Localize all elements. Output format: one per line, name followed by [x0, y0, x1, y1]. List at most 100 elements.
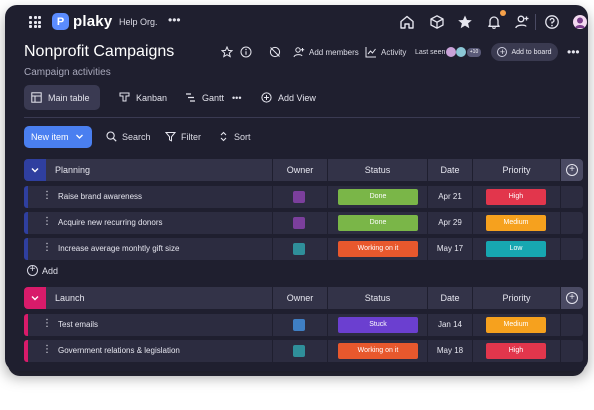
table-row[interactable]: ⋮ Acquire new recurring donors Done Apr …	[24, 212, 583, 234]
date-cell[interactable]: Jan 14	[428, 314, 472, 336]
group-title[interactable]: Launch	[55, 293, 85, 303]
row-menu-icon[interactable]: ⋮	[42, 318, 52, 330]
date-cell[interactable]: May 18	[428, 340, 472, 362]
owner-avatar	[293, 319, 305, 331]
owner-cell[interactable]	[273, 186, 327, 208]
info-icon[interactable]	[240, 46, 252, 58]
column-header-date[interactable]: Date	[428, 159, 472, 181]
status-cell[interactable]: Done	[328, 186, 427, 208]
row-name-cell[interactable]: ⋮ Increase average monhtly gift size	[28, 238, 272, 260]
table-row[interactable]: ⋮ Raise brand awareness Done Apr 21 High	[24, 186, 583, 208]
priority-cell[interactable]: High	[473, 340, 560, 362]
column-header-priority[interactable]: Priority	[473, 287, 560, 309]
row-end-cell	[561, 212, 583, 234]
app-window: P plaky Help Org. ••• Nonprofit Campaign…	[5, 5, 588, 371]
help-icon[interactable]	[544, 14, 560, 30]
table-row[interactable]: ⋮ Government relations & legislation Wor…	[24, 340, 583, 362]
tab-gantt[interactable]: Gantt •••	[185, 85, 241, 110]
owner-cell[interactable]	[273, 340, 327, 362]
row-name[interactable]: Acquire new recurring donors	[58, 218, 163, 227]
add-view-button[interactable]: Add View	[261, 85, 316, 110]
owner-cell[interactable]	[273, 212, 327, 234]
column-header-owner[interactable]: Owner	[273, 159, 327, 181]
apps-grid-icon[interactable]	[29, 16, 41, 28]
gantt-more-icon[interactable]: •••	[232, 93, 241, 103]
last-seen-avatar[interactable]	[456, 47, 466, 57]
row-name[interactable]: Increase average monhtly gift size	[58, 244, 179, 253]
priority-badge: High	[486, 189, 546, 205]
add-members-label[interactable]: Add members	[309, 48, 359, 57]
notifications-off-icon[interactable]	[269, 46, 281, 58]
tab-kanban-label: Kanban	[136, 92, 168, 103]
row-name[interactable]: Raise brand awareness	[58, 192, 142, 201]
owner-cell[interactable]	[273, 238, 327, 260]
column-header-owner[interactable]: Owner	[273, 287, 327, 309]
column-header-priority[interactable]: Priority	[473, 159, 560, 181]
tab-main-table[interactable]: Main table	[24, 85, 100, 110]
filter-button[interactable]: Filter	[165, 131, 201, 142]
status-cell[interactable]: Done	[328, 212, 427, 234]
column-header-date[interactable]: Date	[428, 287, 472, 309]
activity-label[interactable]: Activity	[381, 48, 406, 57]
home-icon[interactable]	[399, 14, 415, 30]
group-title[interactable]: Planning	[55, 165, 90, 175]
priority-cell[interactable]: Medium	[473, 314, 560, 336]
row-name-cell[interactable]: ⋮ Government relations & legislation	[28, 340, 272, 362]
table-row[interactable]: ⋮ Increase average monhtly gift size Wor…	[24, 238, 583, 260]
last-seen-count[interactable]: +10	[467, 48, 481, 57]
search-button[interactable]: Search	[106, 131, 151, 142]
date-cell[interactable]: May 17	[428, 238, 472, 260]
board-more-icon[interactable]: •••	[567, 45, 580, 59]
bell-icon[interactable]	[486, 14, 502, 30]
app-logo[interactable]: P plaky	[52, 13, 112, 30]
status-cell[interactable]: Stuck	[328, 314, 427, 336]
topbar-divider	[535, 14, 536, 30]
date-cell[interactable]: Apr 29	[428, 212, 472, 234]
filter-label: Filter	[181, 131, 201, 142]
add-member-icon[interactable]	[293, 46, 305, 58]
sort-button[interactable]: Sort	[218, 131, 251, 142]
row-name-cell[interactable]: ⋮ Test emails	[28, 314, 272, 336]
status-cell[interactable]: Working on it	[328, 238, 427, 260]
person-add-icon[interactable]	[514, 14, 530, 30]
owner-cell[interactable]	[273, 314, 327, 336]
tab-gantt-label: Gantt	[202, 92, 225, 103]
priority-cell[interactable]: High	[473, 186, 560, 208]
chevron-down-icon[interactable]	[75, 132, 84, 141]
status-cell[interactable]: Working on it	[328, 340, 427, 362]
group-collapse-toggle[interactable]	[24, 159, 46, 181]
column-header-status[interactable]: Status	[328, 159, 427, 181]
date-cell[interactable]: Apr 21	[428, 186, 472, 208]
top-bar: P plaky Help Org. •••	[5, 5, 588, 39]
org-more-icon[interactable]: •••	[168, 13, 181, 27]
star-icon[interactable]	[457, 14, 473, 30]
table-row[interactable]: ⋮ Test emails Stuck Jan 14 Medium	[24, 314, 583, 336]
owner-avatar	[293, 191, 305, 203]
row-menu-icon[interactable]: ⋮	[42, 216, 52, 228]
priority-cell[interactable]: Low	[473, 238, 560, 260]
activity-chart-icon[interactable]	[365, 46, 377, 58]
org-name[interactable]: Help Org.	[119, 17, 158, 27]
add-item-button[interactable]: + Add	[27, 265, 58, 276]
row-menu-icon[interactable]: ⋮	[42, 242, 52, 254]
row-name-cell[interactable]: ⋮ Raise brand awareness	[28, 186, 272, 208]
logo-mark-icon: P	[52, 13, 69, 30]
user-avatar[interactable]	[573, 15, 587, 29]
row-menu-icon[interactable]: ⋮	[42, 344, 52, 356]
add-column-button[interactable]: +	[561, 159, 583, 181]
cube-icon[interactable]	[429, 14, 445, 30]
add-to-board-button[interactable]: + Add to board	[491, 43, 558, 61]
priority-cell[interactable]: Medium	[473, 212, 560, 234]
add-column-button[interactable]: +	[561, 287, 583, 309]
status-badge: Done	[338, 215, 418, 231]
group-collapse-toggle[interactable]	[24, 287, 46, 309]
tab-kanban[interactable]: Kanban	[119, 85, 167, 110]
row-name[interactable]: Government relations & legislation	[58, 346, 180, 355]
row-name[interactable]: Test emails	[58, 320, 98, 329]
last-seen-avatar[interactable]	[446, 47, 456, 57]
row-menu-icon[interactable]: ⋮	[42, 190, 52, 202]
new-item-button[interactable]: New item	[24, 126, 92, 148]
row-name-cell[interactable]: ⋮ Acquire new recurring donors	[28, 212, 272, 234]
column-header-status[interactable]: Status	[328, 287, 427, 309]
favorite-star-icon[interactable]	[221, 46, 233, 58]
